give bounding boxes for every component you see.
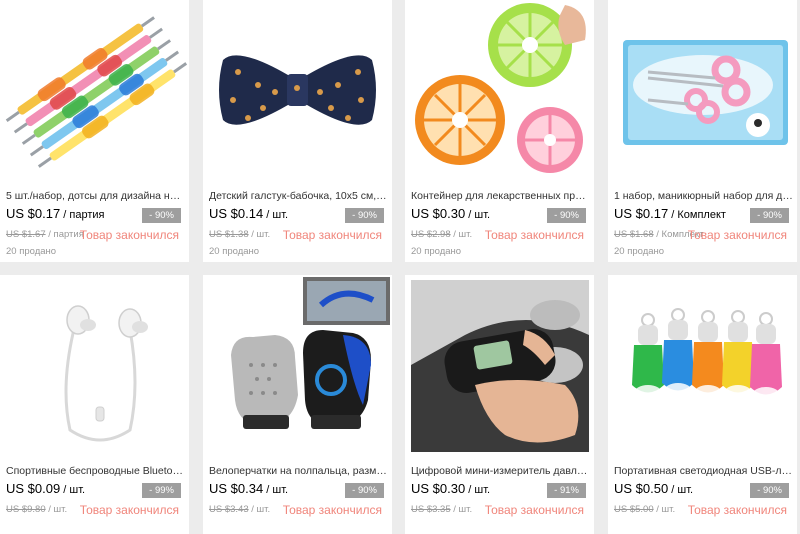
product-card[interactable]: Спортивные беспроводные Bluetooth-н... U… xyxy=(0,275,189,534)
old-price-value: US $1.68 xyxy=(614,229,654,240)
price-unit: / шт. xyxy=(263,209,289,221)
product-image-nail-dotting-tools[interactable] xyxy=(0,0,189,180)
out-of-stock-label: Товар закончился xyxy=(687,228,787,242)
product-card[interactable]: Детский галстук-бабочка, 10x5 см, 10 цв.… xyxy=(203,0,392,262)
price-value: US $0.50 xyxy=(614,481,669,496)
discount-badge: - 90% xyxy=(750,208,789,223)
old-price-unit: / шт. xyxy=(248,229,271,240)
product-title[interactable]: Цифровой мини-измеритель давления ... xyxy=(411,465,591,477)
old-price: US $3.43 / шт. xyxy=(209,504,270,515)
sold-count: 20 продано xyxy=(411,246,462,257)
out-of-stock-label: Товар закончился xyxy=(687,503,787,517)
out-of-stock-label: Товар закончился xyxy=(282,228,382,242)
discount-badge: - 90% xyxy=(345,483,384,498)
product-image-manicure-set[interactable] xyxy=(608,0,797,180)
price-value: US $0.30 xyxy=(411,481,466,496)
sold-count: 20 продано xyxy=(6,246,57,257)
old-price-value: US $1.38 xyxy=(209,229,249,240)
price-unit: / шт. xyxy=(465,209,491,221)
discount-badge: - 90% xyxy=(345,208,384,223)
product-card[interactable]: 5 шт./набор, дотсы для дизайна ногтей US… xyxy=(0,0,189,262)
old-price-value: US $3.43 xyxy=(209,504,249,515)
old-price-value: US $9.80 xyxy=(6,504,46,515)
price-value: US $0.34 xyxy=(209,481,264,496)
product-card[interactable]: Контейнер для лекарственных препара... U… xyxy=(405,0,594,262)
product-card[interactable]: Портативная светодиодная USB-лампа US $0… xyxy=(608,275,797,534)
old-price-value: US $2.98 xyxy=(411,229,451,240)
old-price: US $3.35 / шт. xyxy=(411,504,472,515)
product-image-bow-tie[interactable] xyxy=(203,0,392,180)
old-price: US $2.98 / шт. xyxy=(411,229,472,240)
product-price: US $0.34 / шт. xyxy=(209,481,288,496)
old-price-unit: / шт. xyxy=(653,504,676,515)
sold-count: 20 продано xyxy=(614,246,665,257)
old-price-unit: / шт. xyxy=(45,504,68,515)
product-price: US $0.14 / шт. xyxy=(209,206,288,221)
old-price: US $9.80 / шт. xyxy=(6,504,67,515)
product-image-led-bulbs[interactable] xyxy=(608,275,797,455)
product-price: US $0.17 / Комплект xyxy=(614,206,726,221)
old-price: US $1.67 / партия xyxy=(6,229,84,240)
price-value: US $0.30 xyxy=(411,206,466,221)
discount-badge: - 90% xyxy=(750,483,789,498)
discount-badge: - 90% xyxy=(547,208,586,223)
sold-count: 20 продано xyxy=(209,246,260,257)
old-price: US $5.00 / шт. xyxy=(614,504,675,515)
discount-badge: - 91% xyxy=(547,483,586,498)
discount-badge: - 99% xyxy=(142,483,181,498)
product-image-tire-pressure-gauge[interactable] xyxy=(405,275,594,455)
product-card[interactable]: Цифровой мини-измеритель давления ... US… xyxy=(405,275,594,534)
price-value: US $0.09 xyxy=(6,481,61,496)
product-price: US $0.09 / шт. xyxy=(6,481,85,496)
product-title[interactable]: 5 шт./набор, дотсы для дизайна ногтей xyxy=(6,190,186,202)
product-price: US $0.30 / шт. xyxy=(411,206,490,221)
old-price: US $1.38 / шт. xyxy=(209,229,270,240)
product-price: US $0.30 / шт. xyxy=(411,481,490,496)
product-grid: 5 шт./набор, дотсы для дизайна ногтей US… xyxy=(0,0,800,534)
old-price-value: US $1.67 xyxy=(6,229,46,240)
product-title[interactable]: Контейнер для лекарственных препара... xyxy=(411,190,591,202)
out-of-stock-label: Товар закончился xyxy=(484,228,584,242)
old-price-value: US $3.35 xyxy=(411,504,451,515)
price-unit: / шт. xyxy=(465,484,491,496)
price-value: US $0.17 xyxy=(614,206,669,221)
product-price: US $0.17 / партия xyxy=(6,206,104,221)
product-image-pill-organizers[interactable] xyxy=(405,0,594,180)
old-price-unit: / шт. xyxy=(450,504,473,515)
product-title[interactable]: Спортивные беспроводные Bluetooth-н... xyxy=(6,465,186,477)
discount-badge: - 90% xyxy=(142,208,181,223)
price-unit: / шт. xyxy=(263,484,289,496)
old-price-unit: / партия xyxy=(45,229,84,240)
product-title[interactable]: Велоперчатки на полпальца, размеры S... xyxy=(209,465,389,477)
product-title[interactable]: Портативная светодиодная USB-лампа xyxy=(614,465,794,477)
product-image-cycling-gloves[interactable] xyxy=(203,275,392,455)
old-price-value: US $5.00 xyxy=(614,504,654,515)
product-image-bluetooth-earphones[interactable] xyxy=(0,275,189,455)
out-of-stock-label: Товар закончился xyxy=(79,228,179,242)
out-of-stock-label: Товар закончился xyxy=(282,503,382,517)
product-card[interactable]: 1 набор, маникюрный набор для детей US $… xyxy=(608,0,797,262)
product-title[interactable]: 1 набор, маникюрный набор для детей xyxy=(614,190,794,202)
out-of-stock-label: Товар закончился xyxy=(79,503,179,517)
price-unit: / Комплект xyxy=(668,209,726,221)
price-unit: / шт. xyxy=(60,484,86,496)
out-of-stock-label: Товар закончился xyxy=(484,503,584,517)
price-unit: / шт. xyxy=(668,484,694,496)
old-price-unit: / шт. xyxy=(450,229,473,240)
old-price-unit: / шт. xyxy=(248,504,271,515)
product-price: US $0.50 / шт. xyxy=(614,481,693,496)
price-unit: / партия xyxy=(60,209,105,221)
product-title[interactable]: Детский галстук-бабочка, 10x5 см, 10 цв.… xyxy=(209,190,389,202)
product-card[interactable]: Велоперчатки на полпальца, размеры S... … xyxy=(203,275,392,534)
price-value: US $0.17 xyxy=(6,206,61,221)
price-value: US $0.14 xyxy=(209,206,264,221)
